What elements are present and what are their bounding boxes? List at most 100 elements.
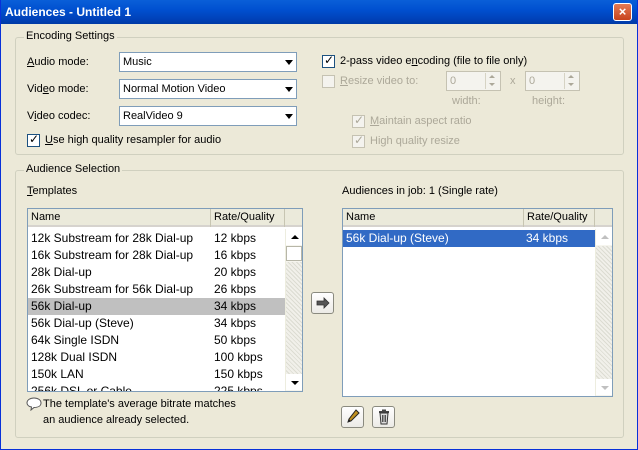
- spin-arrows-icon[interactable]: [485, 73, 499, 89]
- audiences-in-job-list[interactable]: Name Rate/Quality 56k Dial-up (Steve) 34 …: [342, 208, 613, 397]
- list-item-name: 56k Dial-up: [31, 299, 92, 313]
- column-header-rate[interactable]: Rate/Quality: [524, 209, 595, 227]
- height-value: 0: [529, 75, 536, 87]
- audience-selection-group: Audience Selection Templates Name Rate/Q…: [15, 163, 624, 438]
- scroll-down-icon[interactable]: [596, 379, 612, 395]
- video-codec-select[interactable]: RealVideo 9: [119, 106, 297, 126]
- jobs-scrollbar[interactable]: [595, 229, 612, 396]
- list-item[interactable]: 56k Dial-up (Steve) 34 kbps: [28, 315, 285, 332]
- width-value: 0: [450, 75, 457, 87]
- list-item[interactable]: 56k Dial-up (Steve) 34 kbps: [343, 230, 595, 247]
- list-item-rate: 34 kbps: [526, 231, 569, 245]
- scroll-up-icon[interactable]: [286, 229, 302, 245]
- column-header-name[interactable]: Name: [343, 209, 524, 227]
- scroll-track: [596, 246, 612, 379]
- audiences-in-job-label: Audiences in job: 1 (Single rate): [342, 185, 498, 197]
- width-label: width:: [452, 95, 481, 107]
- list-item-rate: 34 kbps: [214, 316, 257, 330]
- list-item[interactable]: 16k Substream for 28k Dial-up 16 kbps: [28, 247, 285, 264]
- list-item[interactable]: 256k DSL or Cable 225 kbps: [28, 383, 285, 392]
- audio-mode-label: Audio mode:: [27, 56, 89, 68]
- templates-list-header: Name Rate/Quality: [28, 209, 302, 227]
- chevron-down-icon[interactable]: [280, 108, 295, 124]
- list-item-name: 56k Dial-up (Steve): [346, 231, 449, 245]
- list-item-rate: 12 kbps: [214, 231, 257, 245]
- list-item-rate: 16 kbps: [214, 248, 257, 262]
- list-item-name: 56k Dial-up (Steve): [31, 316, 134, 330]
- scroll-down-icon[interactable]: [286, 374, 302, 390]
- delete-audience-button[interactable]: [372, 406, 395, 428]
- list-item-rate: 26 kbps: [214, 282, 257, 296]
- maintain-aspect-checkbox[interactable]: [352, 113, 365, 128]
- video-mode-value: Normal Motion Video: [123, 83, 226, 95]
- templates-scrollbar[interactable]: [285, 229, 302, 391]
- list-item[interactable]: 28k Dial-up 20 kbps: [28, 264, 285, 281]
- templates-label: Templates: [27, 185, 78, 197]
- maintain-aspect-label[interactable]: Maintain aspect ratio: [370, 115, 472, 127]
- two-pass-checkbox[interactable]: [322, 53, 335, 68]
- two-pass-label[interactable]: 2-pass video encoding (file to file only…: [340, 55, 527, 67]
- video-codec-label: Video codec:: [27, 110, 91, 122]
- hq-resampler-checkbox[interactable]: [27, 132, 40, 147]
- list-item-name: 16k Substream for 28k Dial-up: [31, 248, 194, 262]
- list-item-name: 256k DSL or Cable: [31, 384, 132, 392]
- pencil-icon: [346, 409, 360, 428]
- templates-list[interactable]: Name Rate/Quality 12k Substream for 28k …: [27, 208, 303, 392]
- audiences-window: Audiences - Untitled 1 × Encoding Settin…: [0, 0, 638, 450]
- video-mode-label: Video mode:: [27, 83, 89, 95]
- encoding-settings-group: Encoding Settings Audio mode: Music Vide…: [15, 30, 624, 155]
- column-header-rate[interactable]: Rate/Quality: [211, 209, 285, 227]
- arrow-right-icon: [316, 296, 330, 312]
- height-label: height:: [532, 95, 566, 107]
- scroll-up-icon[interactable]: [596, 229, 612, 245]
- close-button[interactable]: ×: [613, 3, 632, 21]
- list-item-rate: 34 kbps: [214, 299, 257, 313]
- list-item[interactable]: 64k Single ISDN 50 kbps: [28, 332, 285, 349]
- jobs-list-header: Name Rate/Quality: [343, 209, 612, 227]
- list-item-name: 64k Single ISDN: [31, 333, 120, 347]
- list-item-rate: 20 kbps: [214, 265, 257, 279]
- list-item-name: 150k LAN: [31, 367, 84, 381]
- hq-resampler-label[interactable]: Use high quality resampler for audio: [45, 134, 221, 146]
- list-item-rate: 150 kbps: [214, 367, 263, 381]
- window-title: Audiences - Untitled 1: [5, 5, 132, 19]
- list-item-rate: 100 kbps: [214, 350, 263, 364]
- hq-resize-label[interactable]: High quality resize: [370, 135, 460, 147]
- list-item[interactable]: 128k Dual ISDN 100 kbps: [28, 349, 285, 366]
- list-item[interactable]: 12k Substream for 28k Dial-up 12 kbps: [28, 230, 285, 247]
- scroll-thumb[interactable]: [286, 246, 302, 261]
- chevron-down-icon[interactable]: [280, 81, 295, 97]
- list-item[interactable]: 56k Dial-up 34 kbps: [28, 298, 285, 315]
- audio-mode-value: Music: [123, 56, 152, 68]
- audio-mode-select[interactable]: Music: [119, 52, 297, 72]
- speech-bubble-icon: [26, 397, 42, 414]
- column-header-name[interactable]: Name: [28, 209, 211, 227]
- list-item-rate: 225 kbps: [214, 384, 263, 392]
- list-item-name: 26k Substream for 56k Dial-up: [31, 282, 194, 296]
- list-item[interactable]: 150k LAN 150 kbps: [28, 366, 285, 383]
- times-separator: x: [510, 75, 516, 87]
- note-line-2: an audience already selected.: [43, 414, 190, 426]
- list-item-name: 12k Substream for 28k Dial-up: [31, 231, 194, 245]
- width-spinner[interactable]: 0: [446, 71, 501, 91]
- scroll-track[interactable]: [286, 262, 302, 374]
- close-icon: ×: [618, 4, 627, 19]
- height-spinner[interactable]: 0: [525, 71, 580, 91]
- resize-label[interactable]: Resize video to:: [340, 75, 418, 87]
- resize-checkbox[interactable]: [322, 75, 335, 88]
- audience-selection-label: Audience Selection: [24, 163, 123, 175]
- list-item-name: 128k Dual ISDN: [31, 350, 118, 364]
- title-bar[interactable]: Audiences - Untitled 1 ×: [1, 0, 637, 24]
- chevron-down-icon[interactable]: [280, 54, 295, 70]
- spin-arrows-icon[interactable]: [564, 73, 578, 89]
- hq-resize-checkbox[interactable]: [352, 133, 365, 148]
- video-mode-select[interactable]: Normal Motion Video: [119, 79, 297, 99]
- list-item-name: 28k Dial-up: [31, 265, 92, 279]
- edit-audience-button[interactable]: [341, 406, 364, 428]
- add-audience-button[interactable]: [311, 292, 334, 314]
- video-codec-value: RealVideo 9: [123, 110, 183, 122]
- trash-icon: [377, 409, 391, 428]
- list-item[interactable]: 26k Substream for 56k Dial-up 26 kbps: [28, 281, 285, 298]
- encoding-settings-label: Encoding Settings: [24, 30, 117, 42]
- list-item-rate: 50 kbps: [214, 333, 257, 347]
